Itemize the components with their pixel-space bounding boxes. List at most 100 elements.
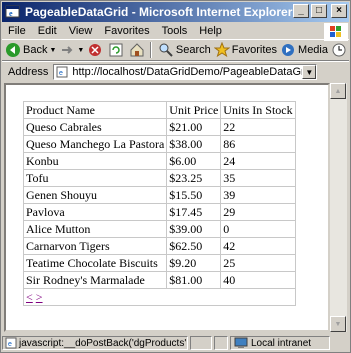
media-button[interactable]: Media (280, 42, 328, 58)
status-pane-empty (214, 336, 228, 350)
cell-product-name: Konbu (22, 152, 168, 170)
maximize-button[interactable]: □ (311, 4, 327, 18)
window-title: PageableDataGrid - Microsoft Internet Ex… (25, 5, 293, 19)
cell-unit-price: $38.00 (166, 135, 222, 153)
back-arrow-icon (6, 43, 20, 57)
title-bar: e PageableDataGrid - Microsoft Internet … (2, 2, 349, 22)
cell-unit-price: $9.20 (166, 254, 222, 272)
cell-product-name: Tofu (22, 169, 168, 187)
zone-label: Local intranet (251, 337, 312, 349)
cell-unit-price: $17.45 (166, 203, 222, 221)
svg-text:e: e (8, 341, 12, 348)
cell-unit-price: $62.50 (166, 237, 222, 255)
favorites-button[interactable]: Favorites (213, 42, 278, 58)
minimize-button[interactable]: _ (293, 4, 309, 18)
table-row: Carnarvon Tigers $62.50 42 (22, 237, 296, 255)
menu-favorites[interactable]: Favorites (98, 25, 155, 37)
page-icon: e (5, 337, 17, 349)
history-icon (332, 43, 346, 57)
ie-logo-icon: e (5, 5, 20, 18)
forward-button[interactable]: ▼ (59, 42, 84, 58)
cell-units-in-stock: 0 (220, 220, 296, 238)
menu-view[interactable]: View (63, 25, 99, 37)
browser-window: e PageableDataGrid - Microsoft Internet … (0, 0, 351, 353)
svg-text:e: e (9, 9, 13, 18)
forward-arrow-icon (62, 46, 73, 54)
refresh-icon (109, 43, 123, 57)
close-button[interactable]: × (331, 4, 347, 18)
toolbar-separator (150, 42, 152, 58)
menu-file[interactable]: File (2, 25, 32, 37)
search-button[interactable]: Search (158, 42, 211, 58)
cell-product-name: Pavlova (22, 203, 168, 221)
table-row: Teatime Chocolate Biscuits $9.20 25 (22, 254, 296, 272)
cell-unit-price: $81.00 (166, 271, 222, 289)
home-button[interactable] (129, 42, 147, 58)
home-icon (130, 43, 144, 57)
table-row: Alice Mutton $39.00 0 (22, 220, 296, 238)
status-text: javascript:__doPostBack('dgProducts' (19, 337, 187, 349)
refresh-button[interactable] (108, 42, 126, 58)
menu-tools[interactable]: Tools (156, 25, 194, 37)
stop-icon (89, 44, 102, 56)
vertical-scrollbar[interactable]: ▲ ▼ (330, 83, 347, 332)
cell-unit-price: $6.00 (166, 152, 222, 170)
pager-row: < > (23, 288, 296, 306)
cell-unit-price: $21.00 (166, 118, 222, 136)
back-label: Back (23, 44, 48, 56)
status-text-pane: e javascript:__doPostBack('dgProducts' (2, 336, 188, 350)
cell-product-name: Alice Mutton (22, 220, 168, 238)
menu-bar: File Edit View Favorites Tools Help (2, 23, 349, 40)
menu-help[interactable]: Help (193, 25, 228, 37)
cell-unit-price: $15.50 (166, 186, 222, 204)
windows-logo-icon (324, 23, 348, 41)
stop-button[interactable] (87, 42, 105, 58)
address-dropdown-button[interactable]: ▼ (302, 65, 317, 79)
maximize-icon: □ (315, 5, 323, 16)
address-bar: Address e http://localhost/DataGridDemo/… (2, 61, 349, 82)
table-row: Sir Rodney's Marmalade $81.00 40 (22, 271, 296, 289)
search-icon (159, 43, 173, 57)
cell-units-in-stock: 86 (220, 135, 296, 153)
header-unit-price: Unit Price (166, 101, 222, 119)
status-zone-pane: Local intranet (230, 336, 330, 350)
minimize-icon: _ (298, 5, 304, 16)
header-row: Product Name Unit Price Units In Stock (22, 101, 296, 119)
address-input[interactable]: e http://localhost/DataGridDemo/Pageable… (53, 64, 318, 80)
cell-product-name: Genen Shouyu (22, 186, 168, 204)
standard-toolbar: Back ▼ ▼ Search Favorites Media (2, 40, 349, 61)
forward-dropdown-icon: ▼ (77, 46, 85, 54)
favorites-label: Favorites (231, 44, 278, 56)
table-row: Pavlova $17.45 29 (22, 203, 296, 221)
header-product-name: Product Name (22, 101, 168, 119)
cell-units-in-stock: 39 (220, 186, 296, 204)
pager-cell: < > (23, 288, 296, 306)
page-icon: e (56, 66, 68, 78)
address-label: Address (8, 66, 49, 78)
table-row: Genen Shouyu $15.50 39 (22, 186, 296, 204)
pager-next-link[interactable]: > (36, 290, 43, 304)
table-row: Tofu $23.25 35 (22, 169, 296, 187)
cell-units-in-stock: 22 (220, 118, 296, 136)
cell-units-in-stock: 35 (220, 169, 296, 187)
back-button[interactable]: Back ▼ (5, 42, 56, 58)
window-controls: _ □ × (293, 4, 347, 18)
media-icon (282, 44, 295, 56)
scroll-down-button[interactable]: ▼ (330, 316, 346, 332)
cell-units-in-stock: 25 (220, 254, 296, 272)
table-row: Queso Manchego La Pastora $38.00 86 (22, 135, 296, 153)
pager-prev-link[interactable]: < (26, 290, 33, 304)
search-label: Search (175, 44, 211, 56)
cell-product-name: Teatime Chocolate Biscuits (22, 254, 168, 272)
menu-edit[interactable]: Edit (32, 25, 63, 37)
scroll-up-button[interactable]: ▲ (330, 83, 346, 99)
products-datagrid: Product Name Unit Price Units In Stock Q… (22, 101, 296, 306)
cell-product-name: Carnarvon Tigers (22, 237, 168, 255)
address-url: http://localhost/DataGridDemo/PageableDa… (72, 66, 317, 78)
table-row: Queso Cabrales $21.00 22 (22, 118, 296, 136)
close-icon: × (336, 5, 342, 16)
arrow-down-icon: ▼ (334, 320, 342, 328)
history-button[interactable] (331, 42, 349, 58)
cell-units-in-stock: 42 (220, 237, 296, 255)
chevron-down-icon: ▼ (305, 67, 314, 77)
